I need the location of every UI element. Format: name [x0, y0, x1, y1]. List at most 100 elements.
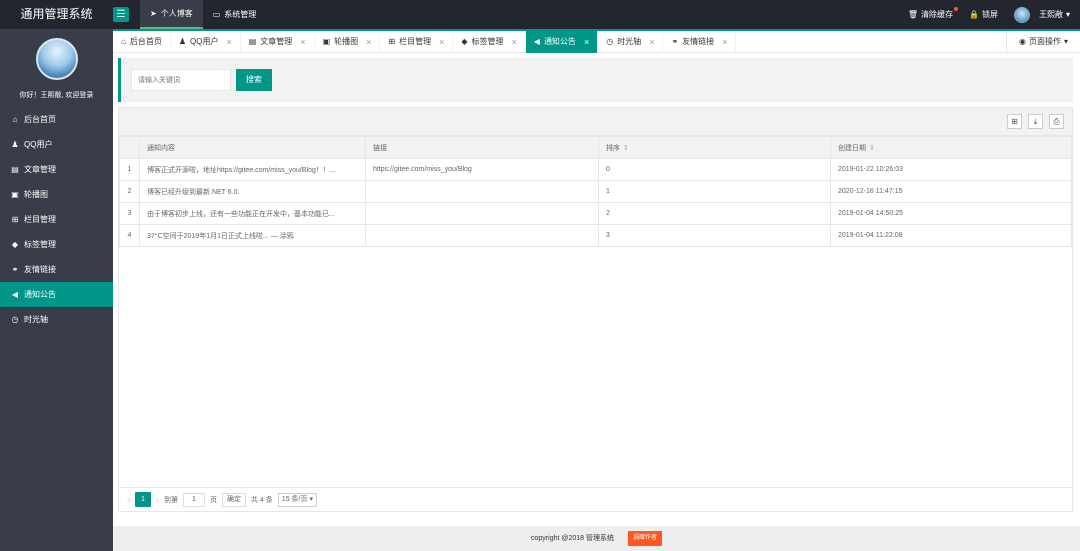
tab-qq-users[interactable]: ♟ QQ用户 ×	[171, 31, 241, 53]
tag-icon: ◆	[461, 37, 468, 46]
page-current[interactable]: 1	[135, 492, 151, 507]
close-icon[interactable]: ×	[722, 31, 727, 53]
sidebar-item-columns[interactable]: ⊞ 栏目管理	[0, 207, 113, 232]
total-count: 共 4 条	[251, 496, 273, 504]
tab-label: 文章管理	[260, 37, 293, 46]
sidebar-item-label: 通知公告	[24, 290, 56, 299]
close-icon[interactable]: ×	[300, 31, 305, 53]
close-icon[interactable]: ×	[366, 31, 371, 53]
file-icon: ▤	[11, 165, 19, 174]
donate-button[interactable]: 捐赠作者	[627, 530, 662, 546]
columns-filter-icon[interactable]: ⊞	[1007, 114, 1022, 129]
sidebar-item-label: 友情链接	[24, 265, 56, 274]
export-icon[interactable]: ⤓	[1028, 114, 1043, 129]
sidebar-menu: ⌂ 后台首页 ♟ QQ用户 ▤ 文章管理 ▣ 轮播图 ⊞ 栏目管理 ◆ 标签管理 ⚭ 友情链接…	[0, 107, 113, 332]
table-row[interactable]: 2 博客已经升级到最新.NET 6.0. 1 2020-12-16 11:47:…	[119, 180, 1072, 203]
search-panel: 搜索	[118, 58, 1073, 102]
tab-tags[interactable]: ◆ 标签管理 ×	[453, 31, 526, 53]
prev-page-icon[interactable]: ‹	[127, 495, 130, 505]
tab-notices[interactable]: ◀ 通知公告 ×	[525, 31, 599, 53]
tab-label: 后台首页	[129, 37, 162, 46]
close-icon[interactable]: ×	[226, 31, 231, 53]
tab-timeline[interactable]: ◷ 时光轴 ×	[598, 31, 664, 53]
header-label: 通知内容	[147, 144, 175, 152]
sort-icon[interactable]: ⇕	[623, 145, 629, 152]
clock-icon: ◷	[11, 315, 19, 324]
next-page-icon[interactable]: ›	[156, 495, 159, 505]
sidebar-item-label: 栏目管理	[24, 215, 56, 224]
cell-link	[365, 202, 599, 225]
lock-screen-button[interactable]: 🔒 锁屏	[969, 9, 998, 20]
index-header	[119, 136, 140, 159]
goto-confirm-button[interactable]: 确定	[222, 492, 246, 507]
cell-content: 博客正式开源啦，地址https://gitee.com/miss_you/Blo…	[139, 158, 366, 181]
search-button[interactable]: 搜索	[236, 69, 272, 91]
top-nav-blog[interactable]: ➤ 个人博客	[140, 0, 203, 29]
cell-content: 37°C空间于2019年1月1日正式上线啦... — 涂鸦	[139, 224, 366, 247]
notice-table: 通知内容 链接 排序 ⇕ 创建日期 ⇕ 1 博客正式开源啦，地址https://gi…	[119, 136, 1072, 247]
sidebar-item-articles[interactable]: ▤ 文章管理	[0, 157, 113, 182]
column-header-date[interactable]: 创建日期 ⇕	[830, 136, 1072, 159]
sidebar-item-home[interactable]: ⌂ 后台首页	[0, 107, 113, 132]
sidebar-item-label: 文章管理	[24, 165, 56, 174]
notice-table-card: ⊞ ⤓ ⎙ 通知内容 链接 排序 ⇕ 创建日期 ⇕ 1 博客正式开源啦，地址http…	[118, 107, 1073, 512]
cell-link	[365, 224, 599, 247]
lock-icon: 🔒	[969, 10, 979, 19]
tab-bar: ⌂ 后台首页 ♟ QQ用户 × ▤ 文章管理 × ▣ 轮播图 × ⊞ 栏目管理 × ◆ 标签管理 × …	[113, 29, 1080, 53]
table-row[interactable]: 1 博客正式开源啦，地址https://gitee.com/miss_you/B…	[119, 158, 1072, 181]
print-icon[interactable]: ⎙	[1049, 114, 1064, 129]
tab-carousel[interactable]: ▣ 轮播图 ×	[315, 31, 381, 53]
column-header-link: 链接	[365, 136, 599, 159]
goto-page-input[interactable]: 1	[183, 492, 205, 507]
table-row[interactable]: 3 由于博客初步上线，还有一些功能正在开发中，基本功能已... 2 2019-0…	[119, 202, 1072, 225]
cell-content: 博客已经升级到最新.NET 6.0.	[139, 180, 366, 203]
sidebar-item-tags[interactable]: ◆ 标签管理	[0, 232, 113, 257]
sidebar: 你好！王熙敞, 欢迎登录 ⌂ 后台首页 ♟ QQ用户 ▤ 文章管理 ▣ 轮播图 ⊞ 栏目管…	[0, 29, 113, 551]
close-icon[interactable]: ×	[512, 31, 517, 53]
search-input[interactable]	[131, 69, 231, 91]
page-operations-dropdown[interactable]: ◉ 页面操作 ▾	[1006, 31, 1080, 53]
top-nav-label: 系统管理	[224, 10, 257, 19]
link-icon: ⚭	[11, 265, 19, 274]
user-box: 你好！王熙敞, 欢迎登录	[0, 29, 113, 106]
tab-list: ⌂ 后台首页 ♟ QQ用户 × ▤ 文章管理 × ▣ 轮播图 × ⊞ 栏目管理 × ◆ 标签管理 × …	[113, 31, 737, 53]
cell-link: https://gitee.com/miss_you/Blog	[365, 158, 599, 181]
monitor-icon: ▭	[212, 10, 221, 19]
close-icon[interactable]: ×	[584, 31, 589, 53]
table-row[interactable]: 4 37°C空间于2019年1月1日正式上线啦... — 涂鸦 3 2019-0…	[119, 224, 1072, 247]
sidebar-item-carousel[interactable]: ▣ 轮播图	[0, 182, 113, 207]
page-unit-label: 页	[210, 496, 217, 504]
chevron-down-icon: ▾	[309, 495, 313, 503]
menu-toggle-icon[interactable]: ☰	[113, 7, 129, 22]
tab-columns[interactable]: ⊞ 栏目管理 ×	[380, 31, 454, 53]
close-icon[interactable]: ×	[439, 31, 444, 53]
user-menu[interactable]: 王熙敞 ▾	[1013, 6, 1070, 23]
clear-cache-button[interactable]: 🗑 清除缓存	[907, 7, 959, 20]
sidebar-item-links[interactable]: ⚭ 友情链接	[0, 257, 113, 282]
top-nav-system[interactable]: ▭ 系统管理	[203, 0, 267, 29]
column-header-sort[interactable]: 排序 ⇕	[598, 136, 831, 159]
trash-icon: 🗑	[907, 10, 919, 19]
tab-label: 轮播图	[334, 37, 359, 46]
image-icon: ▣	[11, 190, 19, 199]
sidebar-item-notices[interactable]: ◀ 通知公告	[0, 282, 113, 307]
sidebar-item-timeline[interactable]: ◷ 时光轴	[0, 307, 113, 332]
tab-home[interactable]: ⌂ 后台首页	[113, 31, 171, 53]
caret-down-icon: ▾	[1063, 37, 1068, 46]
sidebar-item-qq-users[interactable]: ♟ QQ用户	[0, 132, 113, 157]
tab-links[interactable]: ⚭ 友情链接 ×	[663, 31, 737, 53]
close-icon[interactable]: ×	[649, 31, 654, 53]
table-header-row: 通知内容 链接 排序 ⇕ 创建日期 ⇕	[119, 136, 1072, 159]
avatar	[1013, 6, 1030, 23]
cell-date: 2019-01-22 10:26:03	[830, 158, 1072, 181]
page-size-select[interactable]: 15 条/页 ▾	[277, 492, 317, 507]
home-icon: ⌂	[121, 37, 126, 46]
toolbar-icons: ⊞ ⤓ ⎙	[1007, 114, 1064, 129]
row-index: 3	[119, 202, 140, 225]
user-avatar[interactable]	[36, 38, 78, 80]
welcome-text: 你好！王熙敞, 欢迎登录	[19, 92, 94, 99]
tab-label: 标签管理	[471, 37, 504, 46]
tab-articles[interactable]: ▤ 文章管理 ×	[241, 31, 315, 53]
sort-icon[interactable]: ⇕	[869, 145, 875, 152]
top-right-tools: 🗑 清除缓存 🔒 锁屏 王熙敞 ▾	[908, 0, 1070, 29]
